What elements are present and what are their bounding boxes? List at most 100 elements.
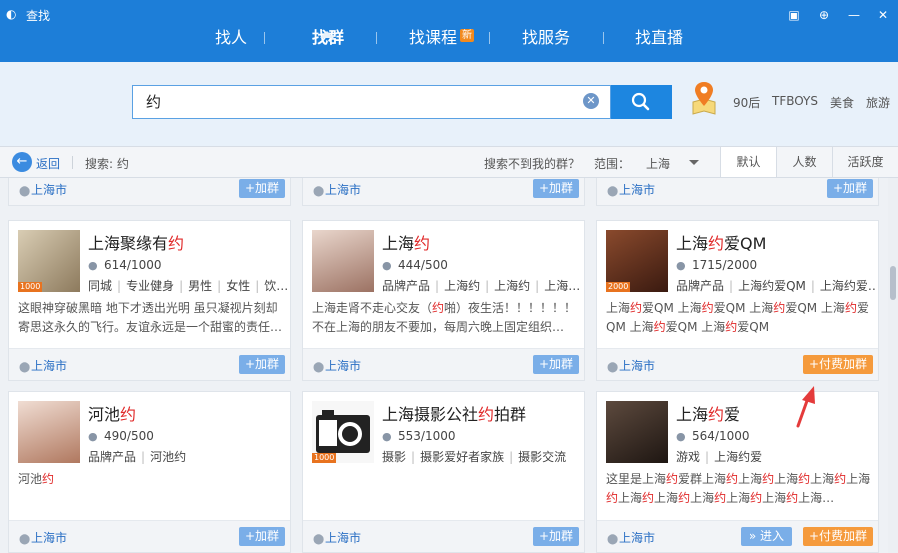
pin-icon: ⬤ [19,186,31,197]
location-label: ⬤上海市 [19,183,68,197]
group-avatar[interactable] [18,401,80,463]
range-select[interactable]: 上海 [646,155,670,172]
join-group-button[interactable]: +加群 [238,355,285,374]
vertical-scrollbar[interactable] [888,178,898,553]
member-count: ● 490/500 [88,429,154,443]
level-badge: 2000 [606,282,631,292]
tab-find-group[interactable]: 找群 [312,26,344,50]
tab-find-people[interactable]: 找人 [215,26,247,50]
active-tab-pointer [320,31,334,38]
pin-icon: ⬤ [607,534,619,545]
group-tags: 同城 | 专业健身 | 男性 | 女性 | 饮… [88,279,288,293]
search-keyword: 搜索: 约 [85,157,129,171]
nav-tabs: 找人 找群 找课程 找服务 找直播 [0,24,898,62]
group-avatar[interactable]: 1000 [18,230,80,292]
back-arrow-icon[interactable]: ← [12,152,32,172]
group-card[interactable]: 1000 上海聚缘有约 ● 614/1000 同城 | 专业健身 | 男性 | 女性 | 饮… 这… [8,220,291,381]
not-found-link[interactable]: 搜索不到我的群？ [484,155,580,172]
group-card[interactable]: ⬤上海市 +加群 [302,178,585,206]
member-count: ● 553/1000 [382,429,456,443]
join-group-button[interactable]: +加群 [826,179,873,198]
group-name[interactable]: 上海聚缘有约 [88,230,184,254]
tab-find-live[interactable]: 找直播 [635,26,683,50]
group-name[interactable]: 上海摄影公社约拍群 [382,401,526,425]
red-arrow-annotation-icon [796,386,815,428]
sort-default[interactable]: 默认 [720,147,776,177]
location-label: ⬤上海市 [607,183,656,197]
group-avatar[interactable] [606,401,668,463]
clear-icon[interactable]: ✕ [583,93,599,109]
pin-icon: ⬤ [19,534,31,545]
group-tags: 品牌产品 | 河池约 [88,450,187,464]
group-tags: 品牌产品 | 上海约爱QM | 上海约爱… [676,279,876,293]
search-input[interactable]: 约 [132,85,611,119]
join-group-button[interactable]: +加群 [532,527,579,546]
pin-icon: ⬤ [607,362,619,373]
hot-tag-tfboys[interactable]: TFBOYS [772,94,818,108]
hot-tag-travel[interactable]: 旅游 [866,94,890,111]
member-count: ● 564/1000 [676,429,750,443]
join-group-button[interactable]: +加群 [238,179,285,198]
group-card[interactable]: 上海约 ● 444/500 品牌产品 | 上海约 | 上海约 | 上海… 上海走肾不走心交友（… [302,220,585,381]
tab-find-course[interactable]: 找课程 [409,26,457,50]
chevron-down-icon[interactable] [689,160,699,165]
pin-icon[interactable]: ⊕ [815,6,833,24]
member-count: ● 1715/2000 [676,258,758,272]
group-name[interactable]: 上海约爱 [676,401,740,425]
person-icon: ● [88,430,98,443]
sort-activity[interactable]: 活跃度 [832,147,898,177]
group-description: 上海约爱QM 上海约爱QM 上海约爱QM 上海约爱QM 上海约爱QM 上海约爱Q… [606,301,869,334]
group-name[interactable]: 上海约 [382,230,430,254]
group-card[interactable]: 河池约 ● 490/500 品牌产品 | 河池约 河池约 ⬤上海市 +加群 [8,391,291,553]
group-card[interactable]: ⬤上海市 +加群 [8,178,291,206]
level-badge: 1000 [312,453,337,463]
person-icon: ● [382,430,392,443]
person-icon: ● [676,430,686,443]
join-group-button[interactable]: +加群 [532,179,579,198]
back-button[interactable]: 返回 [36,155,60,172]
location-label: ⬤上海市 [607,531,656,545]
group-card[interactable]: 上海约爱 ● 564/1000 游戏 | 上海约爱 这里是上海约爱群上海约上海约上海约… [596,391,879,553]
group-avatar[interactable]: 1000 [312,401,374,463]
location-label: ⬤上海市 [607,359,656,373]
tab-find-service[interactable]: 找服务 [522,26,570,50]
hot-tag-90s[interactable]: 90后 [733,94,760,111]
group-description: 河池约 [18,472,55,486]
person-icon: ● [676,259,686,272]
group-description: 这里是上海约爱群上海约上海约上海约上海约上海约上海约上海约上海约上海约上海约上海… [606,472,871,505]
close-icon[interactable]: ✕ [874,6,892,24]
location-label: ⬤上海市 [19,359,68,373]
pin-icon: ⬤ [313,534,325,545]
group-card[interactable]: ⬤上海市 +加群 [596,178,879,206]
member-count: ● 444/500 [382,258,448,272]
group-name[interactable]: 上海约爱QM [676,230,766,254]
enter-group-button[interactable]: » 进入 [740,527,792,546]
hot-tag-food[interactable]: 美食 [830,94,854,111]
qq-logo-icon: ◐ [6,7,17,21]
location-label: ⬤上海市 [313,531,362,545]
pin-icon: ⬤ [607,186,619,197]
result-toolbar: ← 返回 搜索: 约 搜索不到我的群？ 范围： 上海 默认 人数 活跃度 [0,146,898,178]
new-badge: 新 [460,29,474,42]
join-group-button[interactable]: +加群 [532,355,579,374]
group-description: 上海走肾不走心交友（约啪）夜生活！！！！！！不在上海的朋友不要加，每周六晚上固定… [312,301,577,334]
group-name[interactable]: 河池约 [88,401,136,425]
group-card[interactable]: 2000 上海约爱QM ● 1715/2000 品牌产品 | 上海约爱QM | 上海约爱…… [596,220,879,381]
search-area: 约 [0,62,898,146]
paid-join-button[interactable]: +付费加群 [802,527,873,546]
level-badge: 1000 [18,282,43,292]
paid-join-button[interactable]: +付费加群 [802,355,873,374]
search-icon [631,92,650,111]
group-card[interactable]: 1000 上海摄影公社约拍群 ● 553/1000 摄影 | 摄影爱好者家族 | 摄影交流… [302,391,585,553]
pin-icon: ⬤ [19,362,31,373]
group-avatar[interactable] [312,230,374,292]
group-avatar[interactable]: 2000 [606,230,668,292]
feedback-icon[interactable]: ▣ [785,6,803,24]
group-tags: 品牌产品 | 上海约 | 上海约 | 上海… [382,279,581,293]
map-location-icon[interactable] [690,80,718,116]
minimize-icon[interactable]: — [845,6,863,24]
scrollbar-thumb[interactable] [890,266,896,300]
sort-members[interactable]: 人数 [776,147,832,177]
search-button[interactable] [611,85,672,119]
join-group-button[interactable]: +加群 [238,527,285,546]
